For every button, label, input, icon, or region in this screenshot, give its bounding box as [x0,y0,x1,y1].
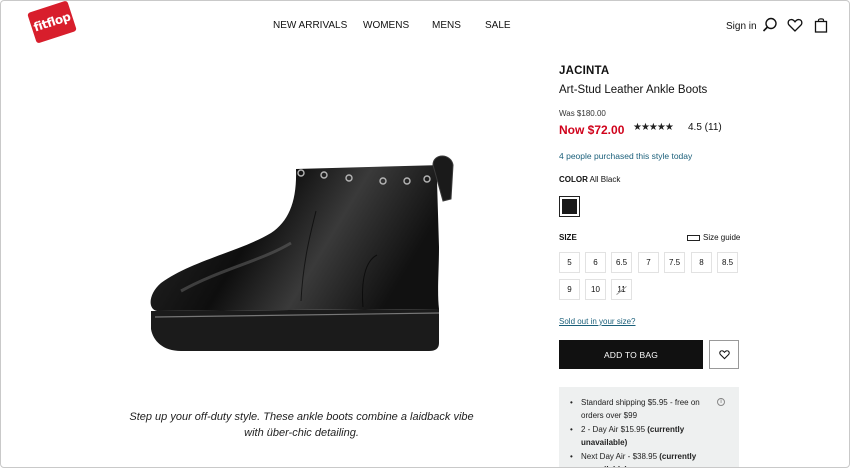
rating-value[interactable]: 4.5 (11) [688,122,722,133]
nav-sale[interactable]: SALE [485,20,511,31]
shopping-bag-icon[interactable] [813,17,829,33]
product-description: Step up your off-duty style. These ankle… [129,411,474,439]
size-option-7[interactable]: 7 [638,252,659,273]
product-brand: JACINTA [559,65,610,77]
rating-stars[interactable]: ★★★★★ [633,122,674,133]
nav-mens[interactable]: MENS [432,20,461,31]
purchase-count-note: 4 people purchased this style today [559,151,693,161]
size-option-10[interactable]: 10 [585,279,606,300]
shipping-next-day-price: Next Day Air - $38.95 [581,452,660,461]
size-option-9[interactable]: 9 [559,279,580,300]
size-label: SIZE [559,233,577,242]
shipping-options-list: Standard shipping $5.95 - free on orders… [569,397,731,467]
logo-text: fitflop [31,9,73,35]
add-to-bag-button[interactable]: ADD TO BAG [559,340,703,369]
size-option-8[interactable]: 8 [691,252,712,273]
size-guide-link[interactable]: Size guide [687,233,740,242]
shipping-standard: Standard shipping $5.95 - free on orders… [569,397,709,422]
ruler-icon [687,234,700,241]
nav-womens[interactable]: WOMENS [363,20,409,31]
was-price: Was $180.00 [559,109,606,118]
shipping-info-box: i Standard shipping $5.95 - free on orde… [559,387,739,467]
sign-in-link[interactable]: Sign in [726,21,757,32]
heart-icon [718,350,730,360]
sold-out-link[interactable]: Sold out in your size? [559,317,636,326]
nav-new-arrivals[interactable]: NEW ARRIVALS [273,20,347,31]
size-option-6[interactable]: 6 [585,252,606,273]
fitflop-logo[interactable]: fitflop [27,1,77,44]
size-guide-label: Size guide [703,233,741,242]
product-image-boot[interactable] [121,151,501,401]
search-icon[interactable] [762,17,778,33]
shipping-two-day: 2 - Day Air $15.95 (currently unavailabl… [569,424,709,449]
heart-icon[interactable] [787,17,803,33]
color-swatch-all-black[interactable] [559,196,580,217]
size-option-7-5[interactable]: 7.5 [664,252,685,273]
color-label: COLOR All Black [559,175,620,184]
color-value: All Black [589,175,621,184]
shipping-two-day-price: 2 - Day Air $15.95 [581,425,648,434]
info-icon[interactable]: i [717,398,725,406]
size-option-8-5[interactable]: 8.5 [717,252,738,273]
page-frame: fitflop NEW ARRIVALS WOMENS MENS SALE Si… [0,0,850,468]
now-price: Now $72.00 [559,123,625,137]
color-heading: COLOR [559,175,588,184]
wishlist-button[interactable] [709,340,739,369]
product-name: Art-Stud Leather Ankle Boots [559,84,708,96]
swatch-fill [562,199,577,214]
size-option-6-5[interactable]: 6.5 [611,252,632,273]
shipping-next-day: Next Day Air - $38.95 (currently unavail… [569,451,709,467]
size-option-11-sold-out[interactable]: 11 [611,279,632,300]
size-option-5[interactable]: 5 [559,252,580,273]
